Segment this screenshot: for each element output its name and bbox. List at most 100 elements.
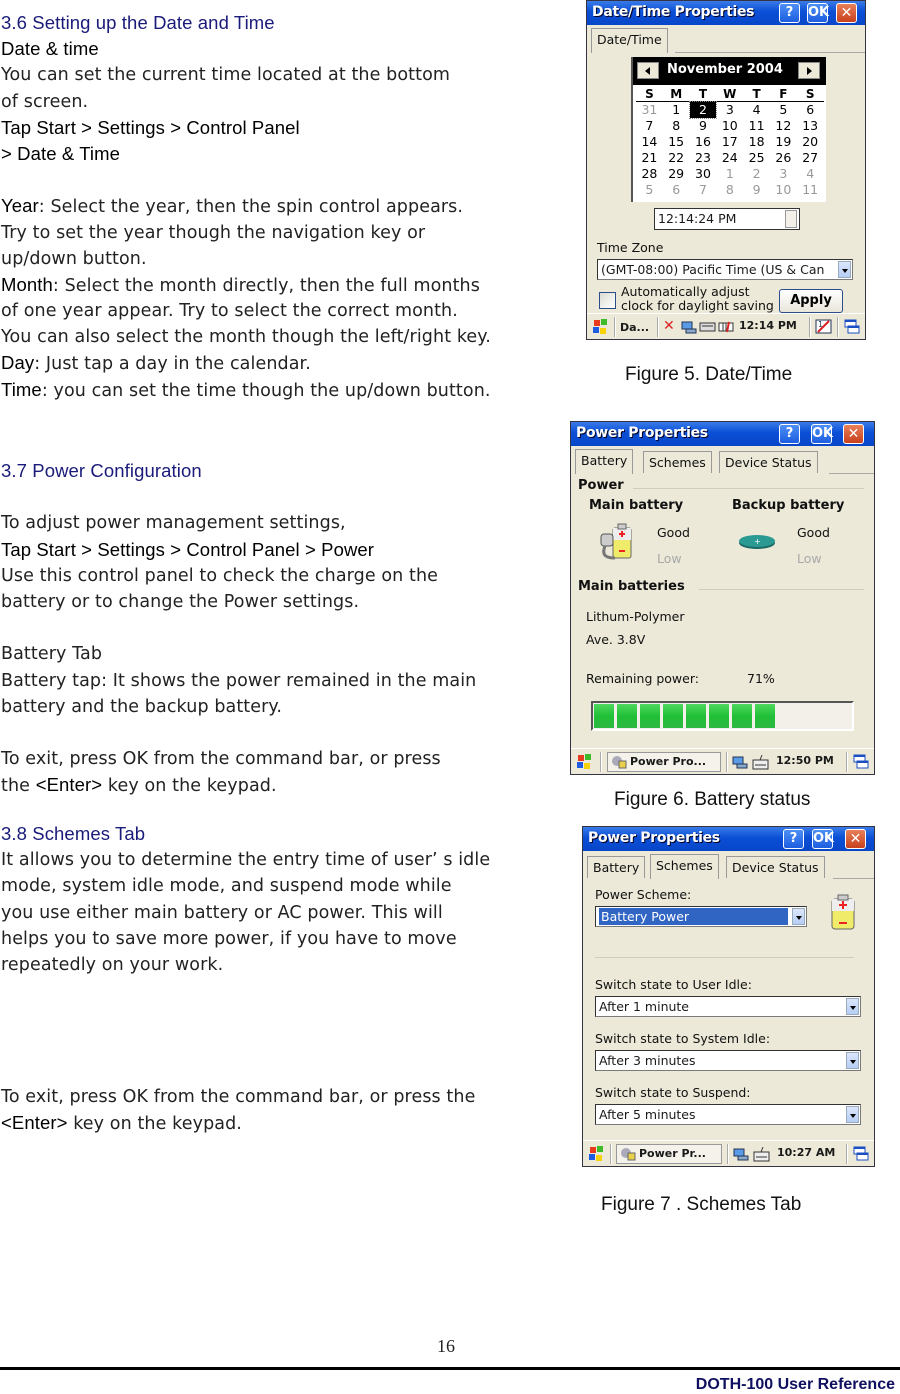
help-button[interactable]: ?	[779, 3, 800, 23]
calendar-day[interactable]: 3	[716, 102, 743, 118]
close-button[interactable]: ✕	[843, 424, 864, 444]
tab-battery[interactable]: Battery	[587, 856, 646, 878]
dst-checkbox[interactable]	[599, 292, 616, 309]
calendar-day[interactable]: 4	[797, 166, 824, 182]
next-month-button[interactable]	[798, 62, 820, 79]
keyboard-icon[interactable]	[699, 318, 717, 336]
calendar-day[interactable]: 13	[797, 118, 824, 134]
calendar-day[interactable]: 12	[770, 118, 797, 134]
network-icon[interactable]	[732, 1145, 750, 1163]
calendar-day[interactable]: 8	[663, 118, 690, 134]
user-idle-select[interactable]: After 1 minute	[595, 996, 861, 1017]
ok-button[interactable]: OK	[807, 3, 829, 23]
chevron-down-icon[interactable]	[792, 908, 805, 925]
calendar-day[interactable]: 3	[770, 166, 797, 182]
tab-date-time[interactable]: Date/Time	[591, 28, 668, 53]
calendar-day[interactable]: 20	[797, 134, 824, 150]
taskbar-clock[interactable]: 12:50 PM	[776, 754, 834, 767]
input-panel-icon[interactable]: 1	[815, 318, 833, 336]
chevron-down-icon[interactable]	[846, 998, 859, 1015]
calendar-day[interactable]: 9	[690, 118, 717, 134]
chevron-down-icon[interactable]	[838, 261, 851, 278]
calendar-day[interactable]: 2	[743, 166, 770, 182]
calendar-day[interactable]: 29	[663, 166, 690, 182]
calendar-day[interactable]: 25	[743, 150, 770, 166]
chevron-down-icon[interactable]	[846, 1052, 859, 1069]
keyboard-icon[interactable]	[752, 753, 770, 771]
calendar-day[interactable]: 7	[636, 118, 663, 134]
windows-start-icon[interactable]	[576, 753, 594, 771]
calendar-day[interactable]: 11	[743, 118, 770, 134]
close-button[interactable]: ✕	[845, 829, 866, 849]
calendar-day[interactable]: 7	[690, 182, 717, 198]
calendar-day[interactable]: 11	[797, 182, 824, 198]
windows-start-icon[interactable]	[592, 318, 610, 336]
ok-button[interactable]: OK	[811, 424, 833, 444]
tab-battery[interactable]: Battery	[575, 449, 634, 474]
desktop-switch-icon[interactable]	[843, 318, 861, 336]
taskbar-task[interactable]: Power Pro...	[607, 752, 721, 772]
calendar-day[interactable]: 5	[770, 102, 797, 118]
keyword: Month	[1, 273, 53, 295]
calendar-day[interactable]: 18	[743, 134, 770, 150]
time-spin-input[interactable]: 12:14:24 PM	[654, 208, 800, 230]
windows-start-icon[interactable]	[588, 1145, 606, 1163]
calendar-day[interactable]: 28	[636, 166, 663, 182]
ok-button[interactable]: OK	[812, 829, 834, 849]
calendar-day[interactable]: 27	[797, 150, 824, 166]
taskbar-separator	[837, 317, 839, 337]
taskbar-clock[interactable]: 12:14 PM	[739, 319, 797, 332]
suspend-select[interactable]: After 5 minutes	[595, 1104, 861, 1125]
calendar-day-selected[interactable]: 2	[688, 101, 718, 119]
calendar-day[interactable]: 23	[690, 150, 717, 166]
taskbar-task[interactable]: Da...	[620, 319, 649, 339]
calendar-day[interactable]: 31	[636, 102, 663, 118]
network-icon[interactable]	[680, 318, 698, 336]
calendar-day[interactable]: 6	[663, 182, 690, 198]
desktop-switch-icon[interactable]	[852, 753, 870, 771]
calendar-day[interactable]: 8	[716, 182, 743, 198]
tab-schemes[interactable]: Schemes	[643, 451, 712, 473]
prev-month-button[interactable]	[637, 62, 659, 79]
apply-button[interactable]: Apply	[779, 289, 843, 313]
no-connection-icon[interactable]: ✕	[663, 318, 681, 336]
calendar-day[interactable]: 6	[797, 102, 824, 118]
calendar-day[interactable]: 21	[636, 150, 663, 166]
close-button[interactable]: ✕	[836, 3, 857, 23]
user-idle-value: After 1 minute	[599, 999, 690, 1014]
time-spin-updown[interactable]	[785, 210, 797, 228]
calendar-day[interactable]: 22	[663, 150, 690, 166]
taskbar-clock[interactable]: 10:27 AM	[777, 1146, 835, 1159]
calendar-day[interactable]: 17	[716, 134, 743, 150]
calendar-day[interactable]: 10	[770, 182, 797, 198]
tab-device-status[interactable]: Device Status	[726, 856, 825, 878]
calendar-day[interactable]: 1	[663, 102, 690, 118]
calendar-month-year[interactable]: November 2004	[667, 62, 783, 77]
desktop-switch-icon[interactable]	[852, 1145, 870, 1163]
system-idle-select[interactable]: After 3 minutes	[595, 1050, 861, 1071]
timezone-select[interactable]: (GMT-08:00) Pacific Time (US & Can	[597, 259, 853, 280]
network-icon[interactable]	[731, 753, 749, 771]
calendar-day[interactable]: 19	[770, 134, 797, 150]
calendar-day[interactable]: 1	[716, 166, 743, 182]
calendar-weekday-header: W	[716, 87, 744, 102]
power-scheme-select[interactable]: Battery Power	[595, 906, 807, 927]
calendar-day[interactable]: 30	[690, 166, 717, 182]
tab-schemes[interactable]: Schemes	[650, 854, 719, 879]
calendar-day[interactable]: 10	[716, 118, 743, 134]
calendar-day[interactable]: 5	[636, 182, 663, 198]
calendar-day[interactable]: 16	[690, 134, 717, 150]
tab-device-status[interactable]: Device Status	[719, 451, 818, 473]
calendar-day[interactable]: 14	[636, 134, 663, 150]
calendar-day[interactable]: 15	[663, 134, 690, 150]
calendar-day[interactable]: 9	[743, 182, 770, 198]
help-button[interactable]: ?	[779, 424, 800, 444]
battery-icon[interactable]	[718, 318, 736, 336]
keyboard-icon[interactable]	[753, 1145, 771, 1163]
calendar-day[interactable]: 24	[716, 150, 743, 166]
calendar-day[interactable]: 4	[743, 102, 770, 118]
calendar-day[interactable]: 26	[770, 150, 797, 166]
taskbar-task[interactable]: Power Pr...	[616, 1144, 722, 1164]
chevron-down-icon[interactable]	[846, 1106, 859, 1123]
help-button[interactable]: ?	[783, 829, 804, 849]
